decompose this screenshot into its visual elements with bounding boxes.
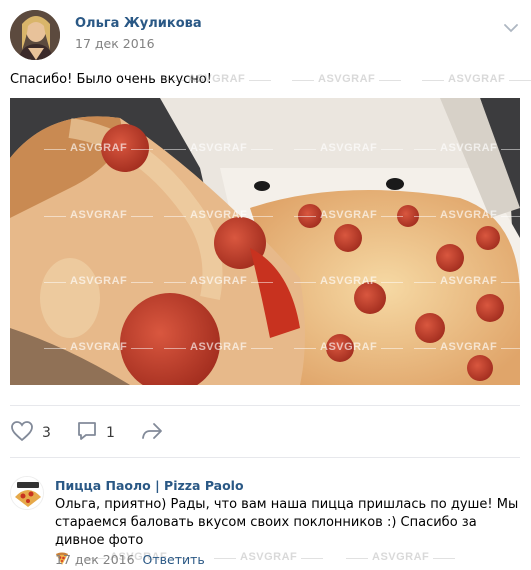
commenter-avatar[interactable] (10, 476, 44, 510)
comment-button[interactable]: 1 (76, 418, 115, 448)
watermark-text: ASVGRAF (421, 73, 531, 85)
heart-icon (10, 420, 34, 446)
like-button[interactable]: 3 (10, 418, 51, 448)
watermark-text: ASVGRAF (291, 73, 402, 85)
comment-date[interactable]: 17 дек 2016 (55, 552, 135, 567)
like-count: 3 (42, 425, 51, 441)
divider (10, 405, 520, 406)
comment-item: Пицца Паоло | Pizza Paolo Ольга, приятно… (0, 468, 531, 568)
post-header: Ольга Жуликова 17 дек 2016 (0, 0, 531, 62)
chevron-down-icon[interactable] (503, 18, 519, 33)
post-actions: 3 1 (0, 418, 531, 448)
post-date[interactable]: 17 дек 2016 (75, 36, 155, 51)
comment-text: Ольга, приятно) Рады, что вам наша пицца… (55, 497, 519, 548)
share-button[interactable] (140, 418, 164, 448)
comment-count: 1 (106, 425, 115, 441)
reply-button[interactable]: Ответить (143, 552, 205, 567)
comment-meta: 17 дек 2016 Ответить (55, 552, 205, 567)
pizza-photo-graphic (10, 98, 520, 385)
share-arrow-icon (140, 420, 164, 446)
post-photo[interactable]: ASVGRAF ASVGRAF ASVGRAF ASVGRAF ASVGRAF … (10, 98, 520, 385)
commenter-name[interactable]: Пицца Паоло | Pizza Paolo (55, 478, 244, 493)
author-name[interactable]: Ольга Жуликова (75, 16, 202, 31)
divider (10, 457, 520, 458)
author-avatar[interactable] (10, 10, 60, 60)
post-text: Спасибо! Было очень вкусно! (10, 72, 212, 87)
comment-icon (76, 420, 98, 446)
